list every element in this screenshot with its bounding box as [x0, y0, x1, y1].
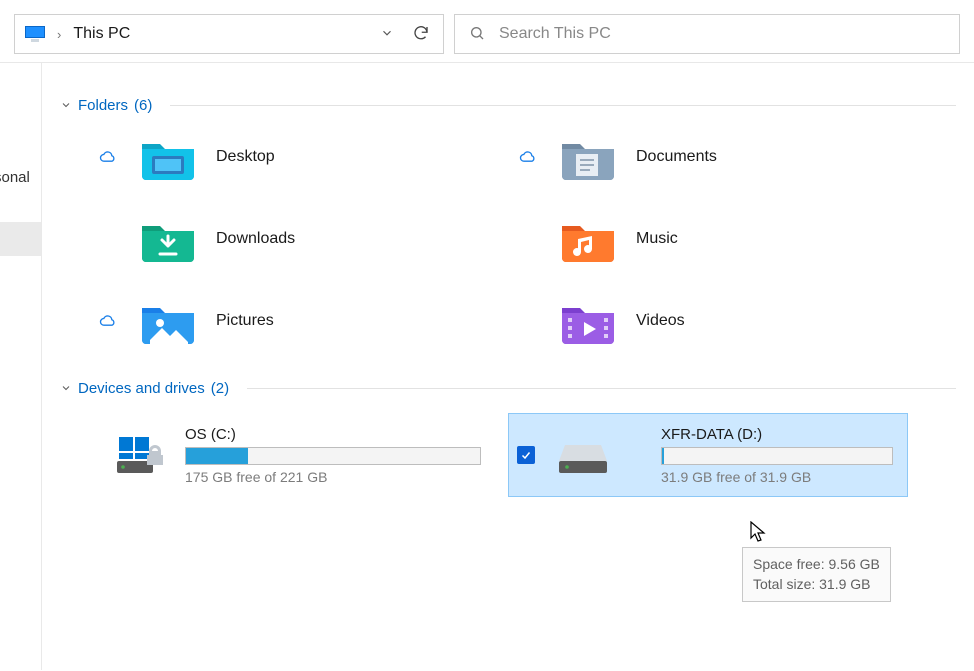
this-pc-icon [25, 26, 45, 42]
breadcrumb-location[interactable]: This PC [73, 25, 130, 43]
search-icon [469, 25, 485, 44]
toolbar: › This PC [0, 0, 974, 63]
drive-subtitle: 31.9 GB free of 31.9 GB [661, 469, 893, 485]
chevron-down-icon [60, 381, 72, 397]
chevron-down-icon [60, 98, 72, 114]
tooltip-line1: Space free: 9.56 GB [753, 554, 880, 574]
address-bar[interactable]: › This PC [14, 14, 444, 54]
sidebar: sonal [0, 63, 42, 670]
section-count: (2) [211, 380, 229, 397]
folders-grid: Desktop Documents Downloads [60, 124, 956, 362]
main-layout: sonal Folders (6) Desktop [0, 63, 974, 670]
folder-label: Pictures [216, 312, 274, 330]
content-area: Folders (6) Desktop [42, 63, 974, 670]
refresh-button[interactable] [409, 24, 433, 45]
documents-folder-icon [560, 134, 616, 180]
drive-tooltip: Space free: 9.56 GB Total size: 31.9 GB [742, 547, 891, 602]
cursor-icon [750, 521, 768, 546]
os-drive-icon [107, 427, 171, 483]
folder-downloads[interactable]: Downloads [96, 216, 516, 262]
section-count: (6) [134, 97, 152, 114]
drive-name: OS (C:) [185, 426, 481, 443]
folder-label: Music [636, 230, 678, 248]
history-dropdown-button[interactable] [375, 26, 399, 43]
section-title: Devices and drives [78, 380, 205, 397]
drive-xfr-data-d[interactable]: XFR-DATA (D:) 31.9 GB free of 31.9 GB [508, 413, 908, 497]
folder-pictures[interactable]: Pictures [96, 298, 516, 344]
hdd-icon [551, 427, 615, 483]
cloud-icon [516, 150, 540, 164]
folder-desktop[interactable]: Desktop [96, 134, 516, 180]
sidebar-item-partial[interactable]: sonal [0, 169, 41, 186]
drive-os-c[interactable]: OS (C:) 175 GB free of 221 GB [96, 413, 496, 497]
drive-body: XFR-DATA (D:) 31.9 GB free of 31.9 GB [661, 426, 893, 485]
selection-check-icon[interactable] [517, 446, 535, 464]
downloads-folder-icon [140, 216, 196, 262]
tooltip-line2: Total size: 31.9 GB [753, 574, 880, 594]
drives-row: OS (C:) 175 GB free of 221 GB [60, 407, 956, 497]
folder-documents[interactable]: Documents [516, 134, 936, 180]
drive-usage-bar [661, 447, 893, 465]
folder-label: Downloads [216, 230, 295, 248]
section-header-drives[interactable]: Devices and drives (2) [60, 380, 956, 397]
cloud-icon [96, 150, 120, 164]
folder-label: Videos [636, 312, 685, 330]
cloud-icon [96, 314, 120, 328]
drive-usage-bar [185, 447, 481, 465]
search-input[interactable] [499, 25, 945, 43]
folder-label: Desktop [216, 148, 275, 166]
desktop-folder-icon [140, 134, 196, 180]
search-bar[interactable] [454, 14, 960, 54]
pictures-folder-icon [140, 298, 196, 344]
drive-body: OS (C:) 175 GB free of 221 GB [185, 426, 481, 485]
section-title: Folders [78, 97, 128, 114]
section-header-folders[interactable]: Folders (6) [60, 97, 956, 114]
music-folder-icon [560, 216, 616, 262]
drive-subtitle: 175 GB free of 221 GB [185, 469, 481, 485]
folder-videos[interactable]: Videos [516, 298, 936, 344]
folder-label: Documents [636, 148, 717, 166]
folder-music[interactable]: Music [516, 216, 936, 262]
breadcrumb-separator-icon: › [55, 27, 63, 42]
sidebar-selected-item[interactable] [0, 222, 41, 256]
drive-name: XFR-DATA (D:) [661, 426, 893, 443]
videos-folder-icon [560, 298, 616, 344]
